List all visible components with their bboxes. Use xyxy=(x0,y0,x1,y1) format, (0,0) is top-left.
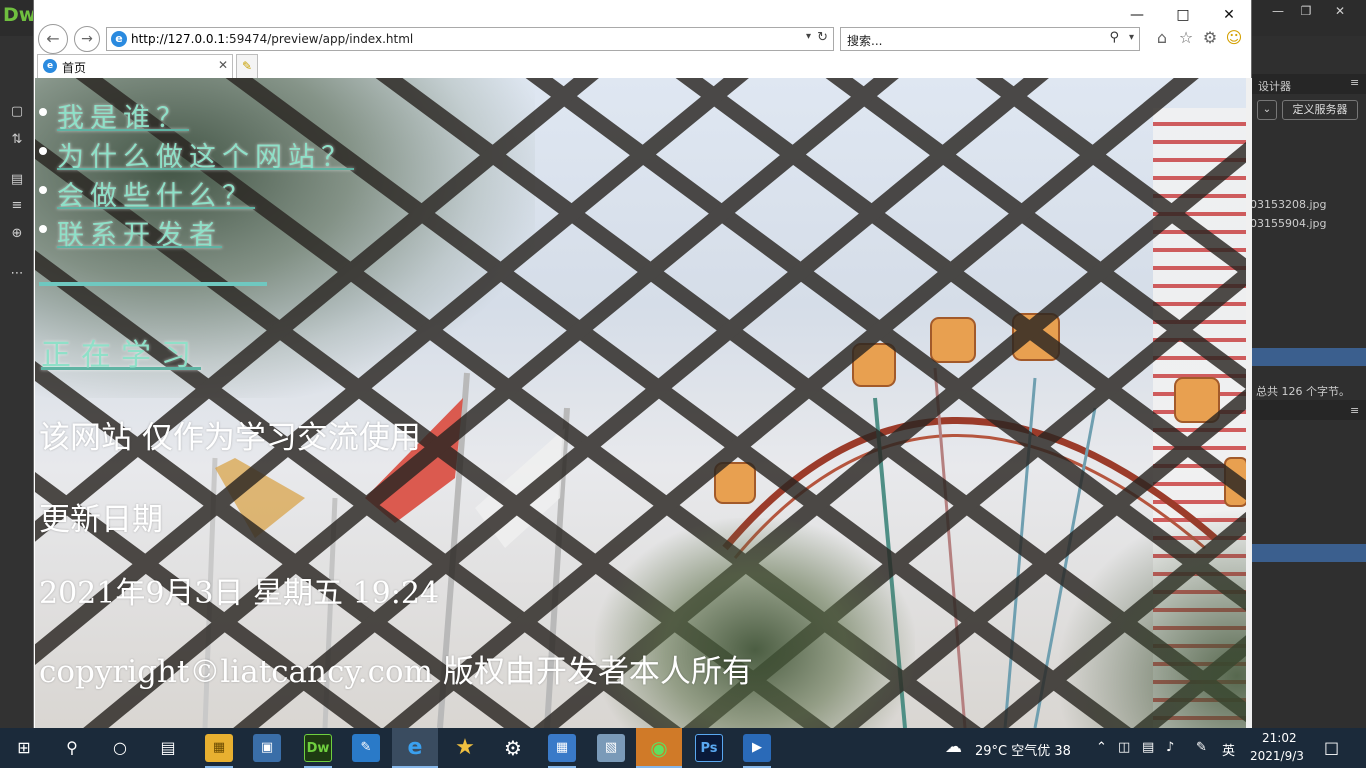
task-view-icon[interactable]: ▤ xyxy=(152,732,184,764)
search-box[interactable]: 搜索... ⚲ ▾ xyxy=(840,27,1140,51)
site-select[interactable]: ⌄ xyxy=(1257,100,1277,120)
back-button[interactable]: ← xyxy=(38,24,68,54)
wechat-icon[interactable]: ◉ xyxy=(645,734,673,762)
forward-button[interactable]: → xyxy=(74,26,100,52)
dreamweaver-window-controls: — ❐ ✕ xyxy=(1252,0,1366,36)
bullet xyxy=(39,108,47,116)
tab-home[interactable]: e 首页 ✕ xyxy=(37,54,233,78)
dw-minimize-icon[interactable]: — xyxy=(1266,2,1290,20)
network-icon[interactable]: ▤ xyxy=(1142,740,1154,755)
dw-restore-icon[interactable]: ❐ xyxy=(1294,2,1318,20)
archive-icon[interactable]: ▧ xyxy=(597,734,625,762)
target-icon[interactable]: ⊕ xyxy=(9,226,25,242)
url-path: :59474/preview/app/index.html xyxy=(225,32,414,46)
windows-start-icon[interactable]: ⊞ xyxy=(8,732,40,764)
taskbar: ⊞ ⚲ ○ ▤ ▦ ▣ Dw ✎ e ★ ⚙ ▦ ▧ ◉ Ps ▶ ☁ 29°C… xyxy=(0,728,1366,768)
volume-icon[interactable]: ♪ xyxy=(1166,740,1174,755)
notice-text: 该网站 仅作为学习交流使用 xyxy=(39,420,421,456)
nav-link-what-do[interactable]: 会做些什么？ xyxy=(57,174,255,213)
photoshop-icon[interactable]: Ps xyxy=(695,734,723,762)
nav-link-why-site[interactable]: 为什么做这个网站？ xyxy=(57,135,354,174)
dw-close-icon[interactable]: ✕ xyxy=(1328,2,1352,20)
show-hidden-icons-icon[interactable]: ⌃ xyxy=(1096,740,1107,755)
panel-menu-icon[interactable]: ≡ xyxy=(1350,404,1359,417)
bullet xyxy=(39,147,47,155)
designer-label[interactable]: 设计器 xyxy=(1258,78,1291,94)
search-icon[interactable]: ⚲ xyxy=(56,732,88,764)
settings-app-icon[interactable]: ⚙ xyxy=(499,734,527,762)
star-app-icon[interactable]: ★ xyxy=(451,734,479,762)
update-date: 2021年9月3日 星期五 19:24 xyxy=(39,576,440,611)
address-dropdown-icon[interactable]: ▾ xyxy=(806,31,811,42)
new-tab-button[interactable]: ✎ xyxy=(236,54,258,78)
nav-link-who-am-i[interactable]: 我是谁？ xyxy=(57,96,189,135)
define-server-button[interactable]: 定义服务器 xyxy=(1282,100,1358,120)
battery-icon[interactable]: ◫ xyxy=(1118,740,1130,755)
tab-title: 首页 xyxy=(62,61,87,75)
pen-icon[interactable]: ✎ xyxy=(1196,740,1207,755)
address-bar[interactable]: e http://127.0.0.1:59474/preview/app/ind… xyxy=(106,27,834,51)
search-input[interactable]: 搜索... xyxy=(847,32,882,49)
panel-menu-icon[interactable]: ≡ xyxy=(1350,76,1359,89)
learning-heading[interactable]: 正在学习 xyxy=(41,330,201,374)
home-icon[interactable]: ⌂ xyxy=(1152,28,1172,48)
dreamweaver-app-icon[interactable]: Dw xyxy=(304,734,332,762)
notification-icon[interactable]: □ xyxy=(1324,738,1339,757)
ie-icon: e xyxy=(111,31,127,47)
control-panel-icon[interactable]: ▦ xyxy=(548,734,576,762)
tab-close-icon[interactable]: ✕ xyxy=(218,58,228,72)
search-icon[interactable]: ⚲ xyxy=(1109,30,1119,45)
input-method-indicator[interactable]: 英 xyxy=(1222,740,1235,759)
update-label: 更新日期 xyxy=(39,502,163,538)
copyright-text: copyright©liatcancy.com 版权由开发者本人所有 xyxy=(39,654,753,690)
file-explorer-icon[interactable]: ▦ xyxy=(205,734,233,762)
minimize-icon[interactable]: — xyxy=(1126,6,1148,24)
url-host: http://127.0.0.1 xyxy=(131,32,226,46)
store-icon[interactable]: ▣ xyxy=(253,734,281,762)
inspect-icon[interactable]: ▤ xyxy=(9,172,25,188)
url-text[interactable]: http://127.0.0.1:59474/preview/app/index… xyxy=(131,32,413,46)
video-app-icon[interactable]: ▶ xyxy=(743,734,771,762)
clock-date[interactable]: 2021/9/3 xyxy=(1250,749,1304,763)
search-dropdown-icon[interactable]: ▾ xyxy=(1129,32,1134,43)
page-scrollbar[interactable] xyxy=(1246,78,1252,728)
clock-time[interactable]: 21:02 xyxy=(1262,731,1297,745)
bullet xyxy=(39,225,47,233)
weather-text[interactable]: 29°C 空气优 38 xyxy=(975,740,1071,759)
divider xyxy=(39,282,267,286)
smiley-icon[interactable]: ☺ xyxy=(1224,28,1244,48)
internet-explorer-icon[interactable]: e xyxy=(401,734,429,762)
close-icon[interactable]: ✕ xyxy=(1218,6,1240,24)
dreamweaver-right-panel xyxy=(1252,36,1366,728)
dreamweaver-logo: Dw xyxy=(3,4,37,26)
settings-icon[interactable]: ⚙ xyxy=(1200,28,1220,48)
nav-link-contact[interactable]: 联系开发者 xyxy=(57,213,222,252)
file-icon[interactable]: ▢ xyxy=(9,104,25,120)
page-content: 我是谁？ 为什么做这个网站？ 会做些什么？ 联系开发者 正在学习 该网站 仅作为… xyxy=(35,78,1246,728)
cortana-icon[interactable]: ○ xyxy=(104,732,136,764)
notepad-icon[interactable]: ✎ xyxy=(352,734,380,762)
panel-header xyxy=(1252,400,1366,420)
file-item[interactable]: 03155904.jpg xyxy=(1250,217,1327,230)
bullet xyxy=(39,186,47,194)
more-icon[interactable]: ⋯ xyxy=(9,266,25,282)
browser-window: — □ ✕ ← → e http://127.0.0.1:59474/previ… xyxy=(33,0,1252,728)
file-item[interactable]: 03153208.jpg xyxy=(1250,198,1327,211)
selected-row xyxy=(1252,348,1366,366)
favorites-icon[interactable]: ☆ xyxy=(1176,28,1196,48)
sort-icon[interactable]: ⇅ xyxy=(9,132,25,148)
dreamweaver-left-toolbar: ▢ ⇅ ▤ ≡ ⊕ ⋯ xyxy=(0,36,34,728)
char-count: 总共 126 个字节。 xyxy=(1256,385,1350,398)
maximize-icon[interactable]: □ xyxy=(1172,6,1194,24)
tab-ie-icon: e xyxy=(43,59,57,73)
weather-cloud-icon[interactable]: ☁ xyxy=(945,737,962,757)
selected-row xyxy=(1252,544,1366,562)
format-icon[interactable]: ≡ xyxy=(9,198,25,214)
refresh-icon[interactable]: ↻ xyxy=(817,30,828,45)
